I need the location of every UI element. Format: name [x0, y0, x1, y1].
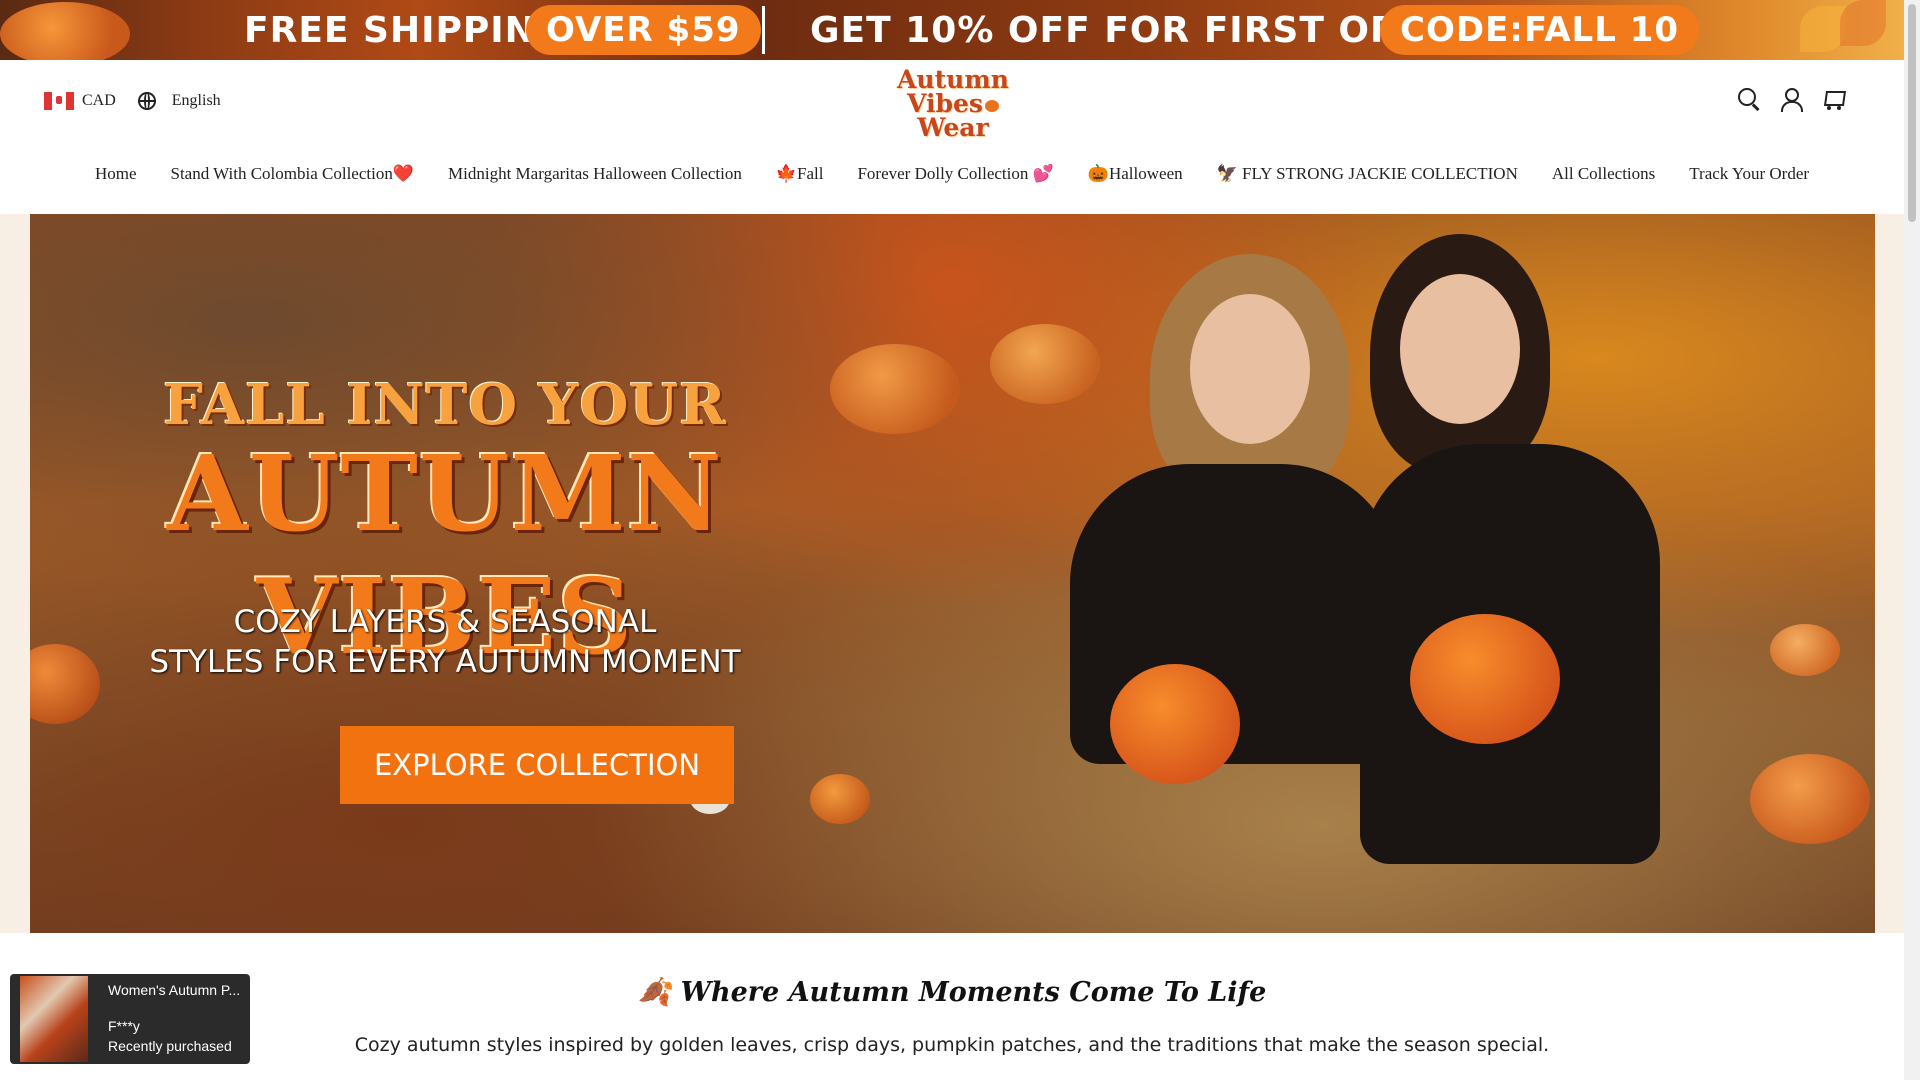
toast-status: Recently purchased: [108, 1038, 232, 1054]
shipping-text: FREE SHIPPING: [244, 9, 567, 51]
product-thumbnail: [20, 976, 88, 1062]
nav-home[interactable]: Home: [95, 164, 137, 184]
model-face: [1190, 294, 1310, 444]
nav-track-order[interactable]: Track Your Order: [1689, 164, 1809, 184]
main-nav: Home Stand With Colombia Collection❤️ Mi…: [0, 164, 1904, 184]
recent-purchase-toast[interactable]: Women's Autumn P... F***y Recently purch…: [10, 974, 250, 1064]
nav-midnight-margaritas[interactable]: Midnight Margaritas Halloween Collection: [448, 164, 742, 184]
pumpkin-decoration: [1770, 624, 1840, 676]
section-title: 🍂 Where Autumn Moments Come To Life: [637, 977, 1267, 1008]
pumpkin-decoration: [1750, 754, 1870, 844]
nav-fly-strong-jackie[interactable]: 🦅 FLY STRONG JACKIE COLLECTION: [1217, 164, 1518, 184]
scrollbar-thumb[interactable]: [1908, 4, 1916, 222]
currency-label[interactable]: CAD: [82, 92, 116, 110]
page-scrollbar[interactable]: [1904, 0, 1920, 1080]
nav-halloween[interactable]: 🎃Halloween: [1088, 164, 1183, 184]
nav-stand-with-colombia[interactable]: Stand With Colombia Collection❤️: [170, 164, 414, 184]
nav-all-collections[interactable]: All Collections: [1552, 164, 1655, 184]
model-face: [1400, 274, 1520, 424]
promo-divider: [762, 6, 765, 54]
pumpkin-icon: [984, 99, 999, 112]
nav-fall[interactable]: 🍁Fall: [776, 164, 824, 184]
hero-subtitle-line-1: COZY LAYERS & SEASONAL: [233, 604, 657, 640]
explore-collection-button[interactable]: EXPLORE COLLECTION: [340, 726, 734, 804]
hero-subtitle-line-2: STYLES FOR EVERY AUTUMN MOMENT: [149, 644, 741, 680]
search-icon[interactable]: [1738, 88, 1760, 110]
coupon-code-pill: CODE:FALL 10: [1380, 5, 1700, 55]
hero-banner[interactable]: FALL INTO YOUR AUTUMN VIBES COZY LAYERS …: [30, 214, 1875, 933]
logo-line-3: Wear: [917, 113, 989, 142]
pumpkin-decoration: [810, 774, 870, 824]
cart-icon[interactable]: [1822, 88, 1844, 110]
globe-icon: [137, 92, 156, 110]
locale-selector[interactable]: CAD English: [44, 92, 221, 110]
toast-product-name: Women's Autumn P...: [108, 982, 241, 998]
section-description: Cozy autumn styles inspired by golden le…: [354, 1034, 1550, 1056]
language-label[interactable]: English: [172, 92, 221, 110]
site-logo[interactable]: Autumn Vibes Wear: [888, 67, 1018, 142]
jack-o-lantern-decoration: [1110, 664, 1240, 784]
account-icon[interactable]: [1780, 88, 1803, 112]
hero-subtitle: COZY LAYERS & SEASONAL STYLES FOR EVERY …: [30, 602, 860, 682]
pumpkin-decoration: [990, 324, 1100, 404]
jack-o-lantern-decoration: [1410, 614, 1560, 744]
nav-forever-dolly[interactable]: Forever Dolly Collection 💕: [857, 164, 1053, 184]
canada-flag-icon: [44, 92, 74, 110]
leaf-decoration: [1840, 0, 1886, 46]
toast-buyer-name: F***y: [108, 1018, 140, 1034]
pumpkin-decoration: [0, 2, 130, 60]
hero-title-line-1: FALL INTO YOUR: [163, 372, 727, 438]
site-header: CAD English Autumn Vibes Wear Home Stand…: [0, 60, 1904, 215]
promo-banner[interactable]: FREE SHIPPING OVER $59 GET 10% OFF FOR F…: [0, 0, 1904, 60]
header-actions: [1738, 88, 1844, 112]
shipping-threshold-pill: OVER $59: [526, 5, 761, 55]
